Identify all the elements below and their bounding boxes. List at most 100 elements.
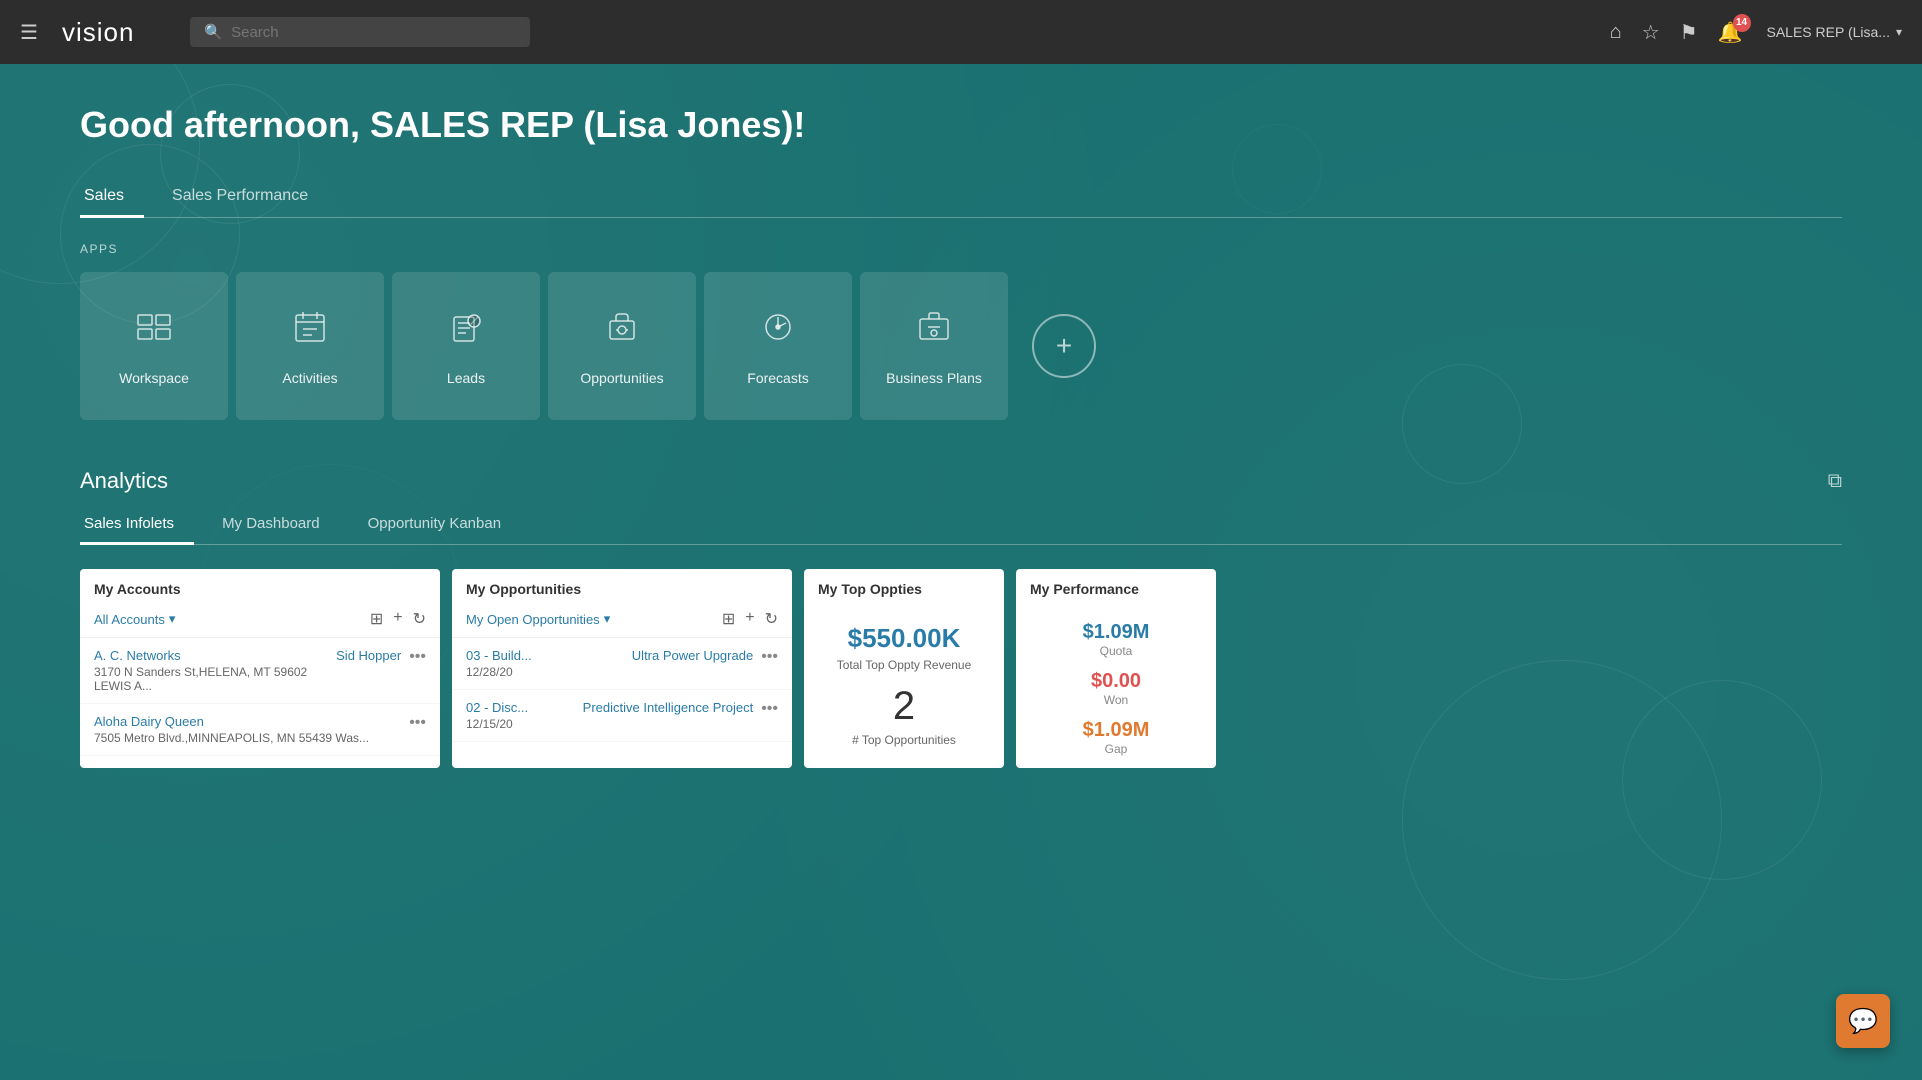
performance-title: My Performance [1030,581,1139,597]
top-opps-count-label: # Top Opportunities [818,733,990,747]
analytics-title: Analytics [80,468,168,494]
app-workspace[interactable]: Workspace [80,272,228,420]
account-address: 7505 Metro Blvd.,MINNEAPOLIS, MN 55439 W… [94,731,393,745]
performance-content: $1.09M Quota $0.00 Won $1.09M Gap [1016,605,1216,768]
leads-label: Leads [447,370,485,386]
opp-stage[interactable]: 02 - Disc... [466,700,575,715]
tab-opportunity-kanban[interactable]: Opportunity Kanban [364,507,521,545]
app-activities[interactable]: Activities [236,272,384,420]
account-more-icon[interactable]: ••• [409,714,426,732]
account-address: 3170 N Sanders St,HELENA, MT 59602 LEWIS… [94,665,328,693]
tab-my-dashboard[interactable]: My Dashboard [218,507,340,545]
greeting-text: Good afternoon, SALES REP (Lisa Jones)! [80,104,1842,146]
opps-filter-caret-icon: ▾ [604,611,611,627]
app-logo: vision [62,17,134,48]
performance-gap-row: $1.09M Gap [1016,711,1216,760]
hamburger-menu-icon[interactable]: ☰ [20,20,38,45]
opps-filter[interactable]: My Open Opportunities ▾ [466,611,610,627]
apps-section-label: APPS [80,242,1842,256]
opps-refresh-icon[interactable]: ↻ [765,609,778,629]
forecasts-label: Forecasts [747,370,808,386]
app-forecasts[interactable]: Forecasts [704,272,852,420]
search-input[interactable] [231,24,511,41]
accounts-refresh-icon[interactable]: ↻ [413,609,426,629]
opportunities-label: Opportunities [580,370,663,386]
performance-gap-label: Gap [1105,742,1128,756]
account-more-icon[interactable]: ••• [409,648,426,666]
opp-date: 12/28/20 [466,665,624,679]
activities-label: Activities [282,370,337,386]
chat-fab-button[interactable]: 💬 [1836,994,1890,1048]
top-opps-header: My Top Oppties [804,569,1004,605]
opps-list: 03 - Build... 12/28/20 Ultra Power Upgra… [452,638,792,742]
opp-more-icon[interactable]: ••• [761,648,778,666]
accounts-list: A. C. Networks 3170 N Sanders St,HELENA,… [80,638,440,756]
filter-caret-icon: ▾ [169,611,176,627]
flag-icon[interactable]: ⚑ [1680,20,1698,45]
app-business-plans[interactable]: Business Plans [860,272,1008,420]
accounts-add-icon[interactable]: + [393,609,402,629]
user-menu[interactable]: SALES REP (Lisa... ▾ [1767,24,1903,40]
apps-grid: Workspace Activities [80,272,1842,420]
activities-icon [290,307,330,356]
my-accounts-header: My Accounts [80,569,440,605]
infolet-my-accounts: My Accounts All Accounts ▾ ⊞ + ↻ A. C. N… [80,569,440,768]
main-tabs: Sales Sales Performance [80,178,1842,218]
performance-header: My Performance [1016,569,1216,605]
top-navigation: ☰ vision 🔍 ⌂ ☆ ⚑ 🔔 14 SALES REP (Lisa...… [0,0,1922,64]
opp-name-link[interactable]: Ultra Power Upgrade [632,648,753,663]
opp-info: 02 - Disc... 12/15/20 [466,700,575,731]
performance-won-row: $0.00 Won [1016,662,1216,711]
analytics-copy-icon[interactable]: ⧉ [1828,470,1842,493]
opp-info: 03 - Build... 12/28/20 [466,648,624,679]
search-bar[interactable]: 🔍 [190,17,530,47]
performance-quota-label: Quota [1100,644,1133,658]
business-plans-icon [914,307,954,356]
app-leads[interactable]: Leads [392,272,540,420]
account-row: A. C. Networks 3170 N Sanders St,HELENA,… [80,638,440,704]
tab-sales-infolets[interactable]: Sales Infolets [80,507,194,545]
opp-name-link[interactable]: Predictive Intelligence Project [583,700,754,715]
nav-action-icons: ⌂ ☆ ⚑ 🔔 14 [1610,20,1743,45]
infolet-top-oppties: My Top Oppties $550.00K Total Top Oppty … [804,569,1004,768]
account-name-link[interactable]: Aloha Dairy Queen [94,714,393,729]
accounts-filter[interactable]: All Accounts ▾ [94,611,175,627]
search-icon: 🔍 [204,23,223,41]
account-row: Aloha Dairy Queen 7505 Metro Blvd.,MINNE… [80,704,440,756]
chat-icon: 💬 [1848,1007,1878,1036]
opps-add-icon[interactable]: + [745,609,754,629]
home-icon[interactable]: ⌂ [1610,21,1622,44]
opps-grid-icon[interactable]: ⊞ [722,609,735,629]
opps-action-icons: ⊞ + ↻ [722,609,778,629]
my-accounts-title: My Accounts [94,581,181,597]
accounts-action-icons: ⊞ + ↻ [370,609,426,629]
opp-stage[interactable]: 03 - Build... [466,648,624,663]
business-plans-label: Business Plans [886,370,982,386]
opp-date: 12/15/20 [466,717,575,731]
app-opportunities[interactable]: Opportunities [548,272,696,420]
notifications-icon[interactable]: 🔔 14 [1718,20,1743,45]
my-opps-filter-row: My Open Opportunities ▾ ⊞ + ↻ [452,605,792,638]
my-opps-header: My Opportunities [452,569,792,605]
opportunities-icon [602,307,642,356]
workspace-icon [134,307,174,356]
analytics-header: Analytics ⧉ [80,468,1842,494]
add-app-button[interactable]: + [1032,314,1096,378]
tab-sales[interactable]: Sales [80,179,144,218]
opp-more-icon[interactable]: ••• [761,700,778,718]
infolet-my-performance: My Performance $1.09M Quota $0.00 Won $1… [1016,569,1216,768]
opp-row: 02 - Disc... 12/15/20 Predictive Intelli… [452,690,792,742]
my-opps-title: My Opportunities [466,581,581,597]
account-name-link[interactable]: A. C. Networks [94,648,328,663]
performance-won-label: Won [1104,693,1128,707]
favorites-icon[interactable]: ☆ [1642,20,1660,45]
tab-sales-performance[interactable]: Sales Performance [168,179,328,218]
account-contact-link[interactable]: Sid Hopper [336,648,401,663]
accounts-grid-icon[interactable]: ⊞ [370,609,383,629]
top-opps-revenue: $550.00K [818,623,990,654]
workspace-label: Workspace [119,370,189,386]
main-content: Good afternoon, SALES REP (Lisa Jones)! … [0,64,1922,1080]
top-opps-title: My Top Oppties [818,581,922,597]
infolets-row: My Accounts All Accounts ▾ ⊞ + ↻ A. C. N… [80,569,1842,768]
leads-icon [446,307,486,356]
